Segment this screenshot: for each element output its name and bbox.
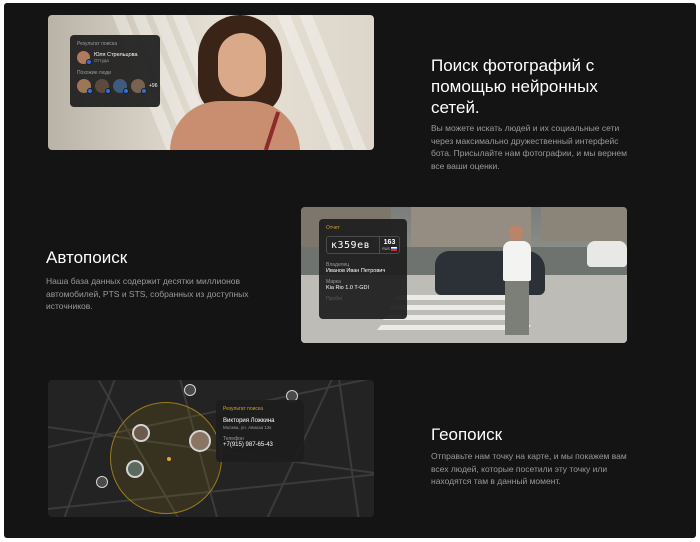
geo-search-description: Отправьте нам точку на карте, и мы покаж…: [431, 451, 627, 486]
similar-avatar: [95, 79, 111, 94]
search-radius-circle: [110, 402, 222, 514]
vk-icon: [123, 88, 129, 94]
owner-value: Иванов Иван Петрович: [326, 268, 386, 274]
person-map-pin: [132, 424, 150, 442]
model-value: Kia Rio 1.0 T-GDI: [326, 285, 369, 291]
plate-region: 163: [383, 239, 396, 246]
vk-icon: [141, 88, 147, 94]
similar-avatar: [113, 79, 129, 94]
person-map-pin: [184, 384, 196, 396]
car-report-panel: Отчет к359ев 163 RUS Владелец Иванов Ива…: [319, 219, 407, 319]
geo-result-panel: Результат поиска Виктория Ложкина Москва…: [216, 400, 304, 462]
person-map-pin: [96, 476, 108, 488]
photo-search-description: Вы можете искать людей и их социальные с…: [431, 123, 627, 171]
geo-search-illustration: Результат поиска Виктория Ложкина Москва…: [48, 380, 374, 517]
person-map-pin: [126, 460, 144, 478]
vk-icon: [87, 88, 93, 94]
geo-search-heading: Геопоиск: [431, 425, 503, 444]
result-sub: Оттуда: [94, 58, 109, 63]
photo-search-heading: Поиск фотографий с помощью нейронных сет…: [431, 56, 598, 117]
result-avatar: [77, 51, 92, 65]
russia-flag-icon: [390, 247, 397, 251]
report-label: Отчет: [326, 225, 340, 231]
similar-label: Похожие люди: [77, 70, 112, 76]
photo-search-illustration: Результат поиска Юля Стрельцова Оттуда П…: [48, 15, 374, 150]
similar-avatar: [77, 79, 93, 94]
auto-search-illustration: Отчет к359ев 163 RUS Владелец Иванов Ива…: [301, 207, 627, 343]
phone-value: +7(915) 987-65-43: [223, 442, 273, 448]
person-map-pin: [189, 430, 211, 452]
similar-avatar: [131, 79, 147, 94]
photo-result-panel: Результат поиска Юля Стрельцова Оттуда П…: [70, 35, 160, 107]
geo-result-name: Виктория Ложкина: [223, 418, 275, 424]
man-photo: [509, 225, 523, 241]
map-point-icon: [167, 457, 171, 461]
auto-search-heading: Автопоиск: [46, 248, 128, 267]
vk-icon: [105, 88, 111, 94]
white-car: [587, 241, 627, 267]
plate-number: к359ев: [331, 239, 371, 251]
auto-search-description: Наша база данных содержит десятки миллио…: [46, 276, 249, 311]
result-label: Результат поиска: [77, 41, 117, 47]
landing-page: Результат поиска Юля Стрельцова Оттуда П…: [4, 3, 696, 538]
geo-result-address: Москва, ул. Авиаза 12к: [223, 425, 272, 430]
vk-icon: [86, 59, 92, 65]
plate-country: RUS: [382, 247, 390, 251]
extra-label: Пробег: [326, 296, 343, 302]
license-plate: к359ев 163 RUS: [326, 236, 400, 254]
geo-result-label: Результат поиска: [223, 406, 263, 412]
more-similar-count: +96: [149, 79, 158, 93]
